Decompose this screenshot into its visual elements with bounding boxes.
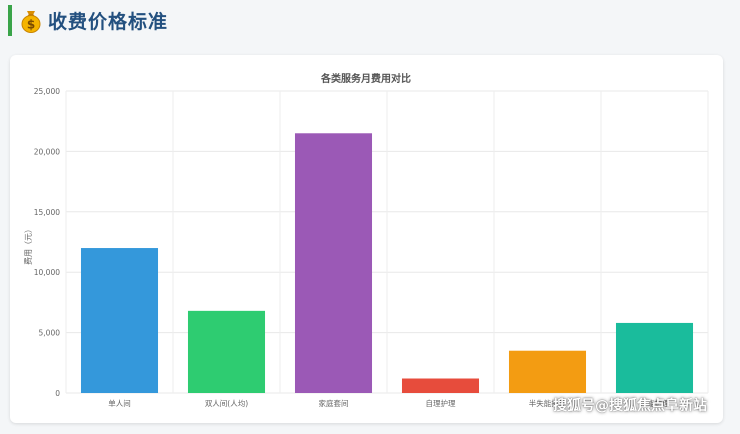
x-tick-label: 自理护理 — [426, 398, 456, 408]
bar[interactable] — [80, 248, 159, 393]
bar[interactable] — [401, 378, 480, 393]
money-bag-icon: $ — [21, 10, 41, 33]
y-tick-label: 15,000 — [34, 208, 60, 217]
bar[interactable] — [508, 350, 587, 393]
y-axis-label: 费用（元） — [23, 225, 33, 265]
y-tick-label: 5,000 — [39, 329, 61, 338]
chart-card: 各类服务月费用对比 费用（元） 0 5,000 10,000 15,000 20,000… — [10, 55, 723, 423]
y-tick-label: 20,000 — [34, 147, 60, 156]
y-tick-label: 25,000 — [34, 87, 60, 96]
section-title: 收费价格标准 — [48, 11, 169, 33]
x-tick-label: 双人间(人均) — [205, 398, 248, 408]
y-tick-label: 0 — [55, 389, 60, 398]
section-header: $ 收费价格标准 — [8, 5, 168, 36]
y-tick-label: 10,000 — [34, 268, 60, 277]
x-tick-label: 单人间 — [108, 398, 131, 408]
bar[interactable] — [294, 133, 373, 393]
svg-text:$: $ — [27, 17, 35, 31]
bar[interactable] — [615, 322, 694, 393]
x-tick-label: 家庭套间 — [319, 398, 349, 408]
chart-title: 各类服务月费用对比 — [320, 72, 411, 85]
bar[interactable] — [187, 310, 266, 393]
watermark-text: 搜狐号@搜狐焦点阜新站 — [553, 398, 707, 414]
bar-chart: 各类服务月费用对比 费用（元） 0 5,000 10,000 15,000 20,000… — [23, 72, 709, 408]
